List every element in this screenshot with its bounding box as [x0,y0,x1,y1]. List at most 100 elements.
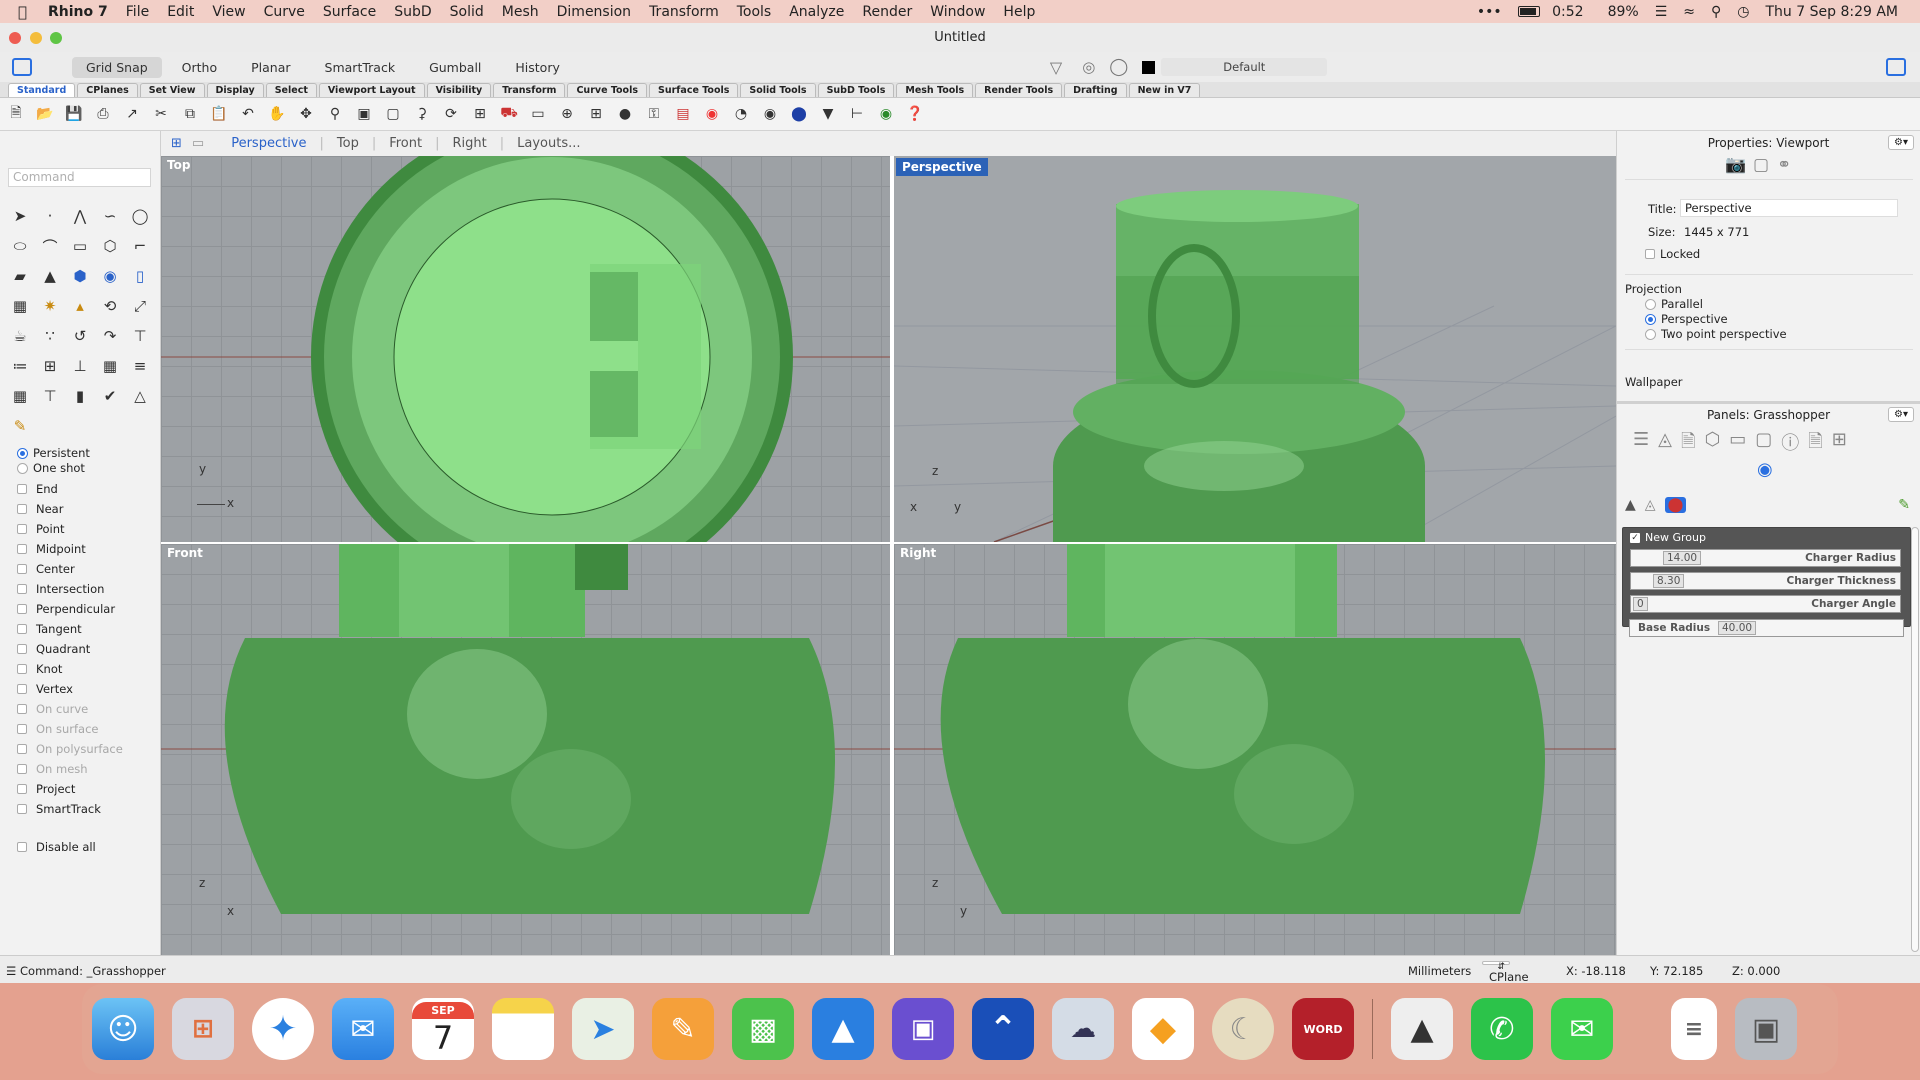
display-mode-icon[interactable]: ▢ [1753,155,1769,175]
surface-icon[interactable]: ▰ [5,261,35,291]
apple-icon[interactable]:  [0,3,39,21]
light-bulb-icon[interactable]: ● [614,103,636,125]
polygon-icon[interactable]: ⬡ [95,231,125,261]
trash-icon[interactable]: ▣ [1735,998,1797,1060]
environment-panel-icon[interactable]: ▭ [1729,429,1746,459]
slider-charger-thickness[interactable]: 8.30 Charger Thickness [1630,572,1901,590]
wireframe-sphere-icon[interactable]: ◔ [730,103,752,125]
zoom-selected-icon[interactable]: ⚳ [411,103,433,125]
viewport-single-icon[interactable]: ▭ [192,136,218,151]
render-teapot-icon[interactable]: ☕ [5,321,35,351]
messages-icon[interactable]: ✉ [1551,998,1613,1060]
slider-charger-radius[interactable]: 14.00 Charger Radius [1630,549,1901,567]
maps-icon[interactable]: ➤ [572,998,634,1060]
slider-charger-angle[interactable]: 0 Charger Angle [1630,595,1901,613]
osnap-perpendicular[interactable]: Perpendicular [17,602,115,616]
car-named-view-icon[interactable]: ⛟ [498,103,520,125]
tab-curve-tools[interactable]: Curve Tools [567,83,647,97]
menu-solid[interactable]: Solid [441,4,493,20]
render-sphere-icon[interactable]: ⬤ [788,103,810,125]
cplane-icon[interactable]: ▭ [527,103,549,125]
dimension-icon[interactable]: ▼ [817,103,839,125]
history-toggle[interactable]: History [501,57,573,78]
display-panel-icon[interactable]: ▢ [1755,429,1772,459]
tab-standard[interactable]: Standard [8,83,76,97]
dimension-options-icon[interactable]: ⊢ [846,103,868,125]
tab-right[interactable]: Right [440,136,500,151]
launchpad-icon[interactable]: ⊞ [172,998,234,1060]
slider-value[interactable]: 14.00 [1663,551,1702,565]
document-panel-icon[interactable]: 🗎 [1681,429,1695,459]
tab-top[interactable]: Top [324,136,372,151]
osnap-end[interactable]: End [17,482,58,496]
boolean-icon[interactable]: ◉ [95,261,125,291]
save-icon[interactable]: 💾 [63,103,85,125]
tab-mesh-tools[interactable]: Mesh Tools [896,83,974,97]
slider-value[interactable]: 40.00 [1718,621,1757,635]
menu-file[interactable]: File [117,4,158,20]
keynote-icon[interactable]: ▲ [812,998,874,1060]
command-history-icon[interactable]: ☰ [6,964,16,978]
link-icon[interactable]: ⚭ [1777,155,1791,175]
document-stack-icon[interactable]: ≡ [1671,998,1717,1060]
zoom-window-icon[interactable]: ▣ [353,103,375,125]
open-file-icon[interactable]: 📂 [34,103,56,125]
numbers-icon[interactable]: ▩ [732,998,794,1060]
menu-surface[interactable]: Surface [314,4,385,20]
tab-cplanes[interactable]: CPlanes [77,83,138,97]
tab-surface-tools[interactable]: Surface Tools [649,83,739,97]
close-window-button[interactable] [9,32,21,44]
paste-icon[interactable]: 📋 [208,103,230,125]
viewport-title-input[interactable]: Perspective [1680,199,1898,217]
help-icon[interactable]: ❓ [904,103,926,125]
minimize-window-button[interactable] [30,32,42,44]
cplane-dropdown[interactable]: CPlane ⇵ [1482,961,1529,984]
osnap-near[interactable]: Near [17,502,63,516]
grasshopper-gear-icon[interactable]: ⚙▾ [1888,407,1914,422]
section-icon[interactable]: ▦ [95,351,125,381]
rectangle-icon[interactable]: ▭ [65,231,95,261]
history-record-icon[interactable]: ⊤ [35,381,65,411]
app-store-icon[interactable]: ⌃ [972,998,1034,1060]
podcast-radio-icon[interactable]: ▣ [892,998,954,1060]
sketch-icon[interactable]: ◆ [1132,998,1194,1060]
join-icon[interactable]: ≔ [5,351,35,381]
osnap-knot[interactable]: Knot [17,662,62,676]
ortho-toggle[interactable]: Ortho [168,57,231,78]
osnap-point[interactable]: Point [17,522,65,536]
menu-app-name[interactable]: Rhino 7 [39,4,117,20]
split-icon[interactable]: ↷ [95,321,125,351]
tab-display[interactable]: Display [206,83,264,97]
projection-two-point[interactable]: Two point perspective [1645,327,1787,341]
osnap-center[interactable]: Center [17,562,75,576]
flow-icon[interactable]: ▴ [65,291,95,321]
osnap-tangent[interactable]: Tangent [17,622,82,636]
grasshopper-active-icon[interactable]: ⬤ [1664,497,1687,513]
battery-percent[interactable]: 89% [1600,4,1647,20]
menu-window[interactable]: Window [921,4,994,20]
persistent-radio[interactable] [17,447,28,459]
menu-dimension[interactable]: Dimension [548,4,640,20]
projection-perspective[interactable]: Perspective [1645,312,1728,326]
slider-base-radius[interactable]: Base Radius 40.00 [1629,619,1904,637]
safari-icon[interactable]: ✦ [252,998,314,1060]
print-icon[interactable]: ⎙ [92,103,114,125]
osnap-one-shot[interactable]: One shot [17,461,85,475]
tab-new-in-v7[interactable]: New in V7 [1128,83,1201,97]
snap-target-icon[interactable]: ◎ [1082,58,1095,76]
snap-point-icon[interactable]: ⊕ [556,103,578,125]
calendar-icon[interactable]: SEP 7 [412,998,474,1060]
viewport-perspective[interactable]: Perspective z x y [894,156,1616,542]
osnap-vertex[interactable]: Vertex [17,682,73,696]
fillet-curve-icon[interactable]: ⌐ [125,231,155,261]
undo-icon[interactable]: ↶ [237,103,259,125]
box-icon[interactable]: ⬢ [65,261,95,291]
finder-icon[interactable]: ☺ [92,998,154,1060]
tab-select[interactable]: Select [265,83,317,97]
layer-dropdown[interactable]: Default [1161,58,1328,76]
projection-parallel[interactable]: Parallel [1645,297,1703,311]
units-label[interactable]: Millimeters [1408,964,1471,978]
color-wheel-icon[interactable]: ◉ [701,103,723,125]
object-panel-icon[interactable]: ⬡ [1704,429,1720,459]
layers-panel-icon[interactable]: ☰ [1633,429,1649,459]
